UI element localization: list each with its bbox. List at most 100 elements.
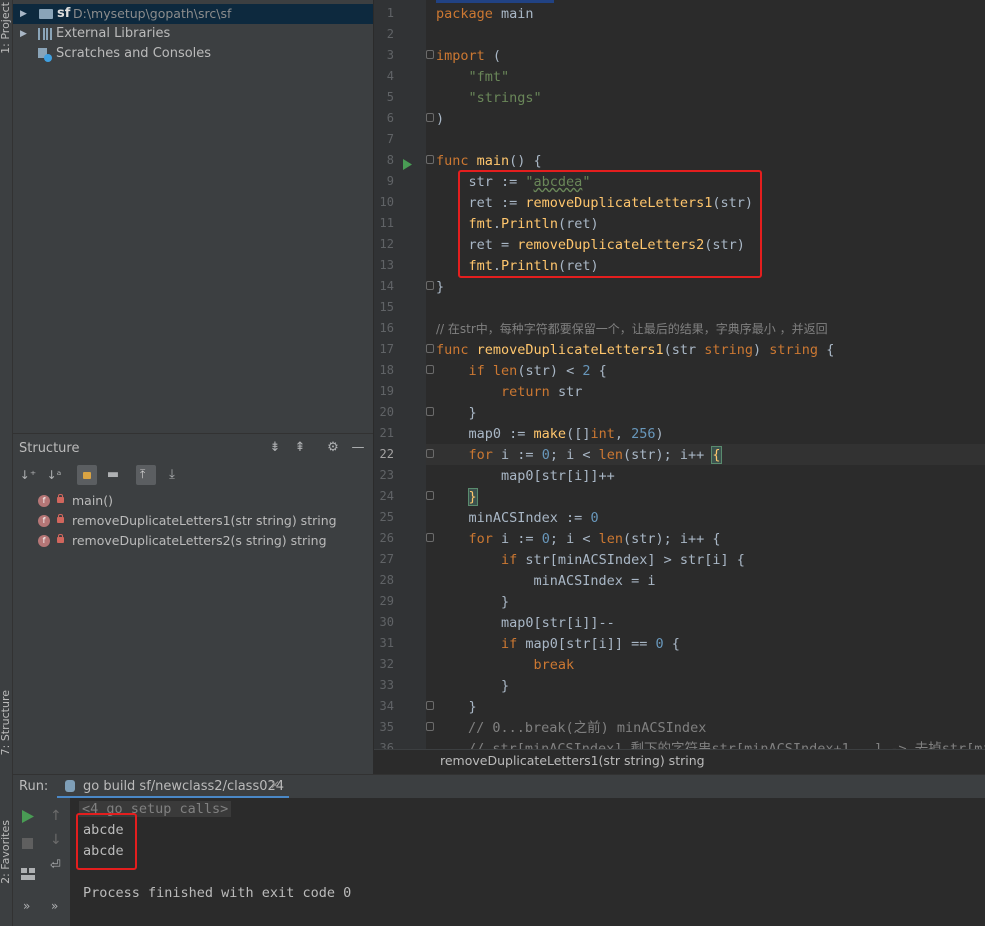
fold-marker-icon[interactable] <box>426 281 434 290</box>
folder-icon <box>39 9 53 19</box>
tree-item-sf[interactable]: ▶ sf D:\mysetup\gopath\src\sf <box>13 4 373 24</box>
soft-wrap-icon[interactable]: ⏎ <box>50 858 64 873</box>
line-number: 26 <box>379 531 394 545</box>
function-badge-icon: f <box>38 515 50 527</box>
tree-item-external-libraries[interactable]: ▶ External Libraries <box>13 24 373 44</box>
fold-marker-icon[interactable] <box>426 449 434 458</box>
chevron-right-icon[interactable]: ▶ <box>20 24 27 44</box>
more-icon[interactable]: » <box>23 899 37 913</box>
fold-marker-icon[interactable] <box>426 344 434 353</box>
highlight-box <box>76 813 137 870</box>
expand-all-icon[interactable]: ⇟ <box>266 439 284 457</box>
console-line: Process finished with exit code 0 <box>83 885 352 901</box>
autoscroll-from-source-icon[interactable]: ⤓ <box>163 466 181 484</box>
gear-icon[interactable]: ⚙ <box>324 439 342 457</box>
close-icon[interactable]: ✕ <box>270 778 280 792</box>
project-panel: ▶ sf D:\mysetup\gopath\src\sf ▶ External… <box>13 0 373 433</box>
tree-item-label: External Libraries <box>56 26 171 41</box>
member-label: removeDuplicateLetters1(str string) stri… <box>72 513 337 528</box>
line-number: 12 <box>379 237 394 251</box>
code-line: for i := 0; i < len(str); i++ { <box>468 446 722 464</box>
code-comment: // 在str中，每种字符都要保留一个，让最后的结果，字典序最小 ，并返回 <box>436 322 828 336</box>
line-number: 22 <box>379 447 394 461</box>
stop-icon[interactable] <box>22 834 36 849</box>
code-line: } <box>436 405 477 421</box>
folder-icon[interactable]: ▬ <box>104 466 122 484</box>
code-line: map0 := make([]int, 256) <box>436 426 664 442</box>
line-number: 6 <box>386 111 394 125</box>
line-number: 11 <box>379 216 394 230</box>
layout-icon[interactable] <box>21 865 35 880</box>
fold-marker-icon[interactable] <box>426 50 434 59</box>
code-line: import ( <box>436 48 502 64</box>
function-badge-icon: f <box>38 535 50 547</box>
line-number: 18 <box>379 363 394 377</box>
line-number: 8 <box>386 153 394 167</box>
lock-icon <box>57 514 64 523</box>
up-arrow-icon[interactable]: ↑ <box>50 808 64 824</box>
line-number: 27 <box>379 552 394 566</box>
structure-tool-tab[interactable]: 7: Structure <box>0 690 12 755</box>
line-number: 14 <box>379 279 394 293</box>
sort-by-visibility-icon[interactable]: ↓⁺ <box>19 466 37 484</box>
code-line: minACSIndex = i <box>436 573 656 589</box>
left-tool-strip: 1: Project 7: Structure 2: Favorites <box>0 0 13 926</box>
lock-icon <box>83 472 91 479</box>
run-tab-label: go build sf/newclass2/class024 <box>83 779 285 794</box>
sort-alphabetically-icon[interactable]: ↓ᵃ <box>45 466 63 484</box>
tree-item-label: sf <box>57 6 71 21</box>
fold-marker-icon[interactable] <box>426 155 434 164</box>
line-number: 3 <box>386 48 394 62</box>
structure-member[interactable]: f removeDuplicateLetters1(str string) st… <box>13 511 373 531</box>
line-number: 28 <box>379 573 394 587</box>
code-line: if map0[str[i]] == 0 { <box>501 636 680 652</box>
code-line: "fmt" <box>468 69 510 85</box>
chevron-right-icon[interactable]: ▶ <box>20 4 27 24</box>
autoscroll-to-source-button[interactable]: ⤒ <box>136 465 156 485</box>
fold-marker-icon[interactable] <box>426 407 434 416</box>
line-number: 2 <box>386 27 394 41</box>
rerun-icon[interactable] <box>22 808 36 823</box>
line-number: 17 <box>379 342 394 356</box>
code-line: map0[str[i]]-- <box>436 615 615 631</box>
lock-icon <box>57 494 64 503</box>
structure-member[interactable]: f main() <box>13 491 373 511</box>
tree-item-scratches[interactable]: Scratches and Consoles <box>13 44 373 64</box>
run-tab[interactable]: go build sf/newclass2/class024 ✕ <box>57 775 289 799</box>
down-arrow-icon[interactable]: ↓ <box>50 832 64 848</box>
line-number: 7 <box>386 132 394 146</box>
show-non-public-button[interactable] <box>77 465 97 485</box>
favorites-tool-tab[interactable]: 2: Favorites <box>0 820 12 884</box>
member-label: removeDuplicateLetters2(s string) string <box>72 533 327 548</box>
breadcrumb-label: removeDuplicateLetters1(str string) stri… <box>440 753 705 768</box>
fold-marker-icon[interactable] <box>426 365 434 374</box>
lock-icon <box>57 534 64 543</box>
editor-breadcrumb[interactable]: removeDuplicateLetters1(str string) stri… <box>374 749 985 772</box>
line-number: 4 <box>386 69 394 83</box>
fold-marker-icon[interactable] <box>426 113 434 122</box>
go-gopher-icon <box>65 780 75 792</box>
code-editor[interactable]: 1 2 3 4 5 6 7 8 9 10 11 12 13 14 15 16 17 18 19 20 21 22 23 24 2… <box>374 0 985 770</box>
project-tool-tab[interactable]: 1: Project <box>0 2 12 54</box>
code-line: func main() { <box>436 153 542 169</box>
collapse-all-icon[interactable]: ⇞ <box>291 439 309 457</box>
fold-marker-icon[interactable] <box>426 701 434 710</box>
run-toolbar: ↑ ↓ ⏎ » » <box>13 798 70 926</box>
structure-member[interactable]: f removeDuplicateLetters2(s string) stri… <box>13 531 373 551</box>
run-label: Run: <box>19 779 49 794</box>
run-gutter-icon[interactable] <box>403 155 413 174</box>
minimize-icon[interactable]: — <box>349 439 367 457</box>
function-badge-icon: f <box>38 495 50 507</box>
fold-marker-icon[interactable] <box>426 491 434 500</box>
line-number: 15 <box>379 300 394 314</box>
more-icon[interactable]: » <box>51 899 65 913</box>
line-number: 34 <box>379 699 394 713</box>
fold-marker-icon[interactable] <box>426 722 434 731</box>
run-console[interactable]: <4 go setup calls> abcde abcde Process f… <box>70 798 985 926</box>
code-line: break <box>533 657 575 673</box>
fold-marker-icon[interactable] <box>426 533 434 542</box>
line-number: 21 <box>379 426 394 440</box>
code-line: for i := 0; i < len(str); i++ { <box>468 531 721 547</box>
line-number: 24 <box>379 489 394 503</box>
line-number: 16 <box>379 321 394 335</box>
